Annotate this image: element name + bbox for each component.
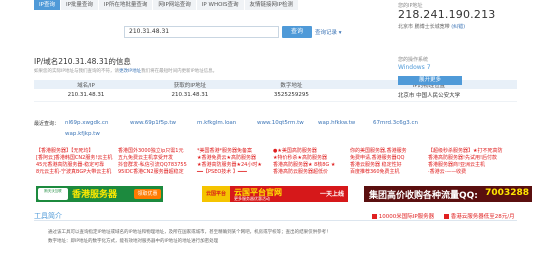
my-ip-location: 北京市 鹏博士长城宽带 (纠错) (398, 23, 465, 30)
recent-link[interactable]: nl69p.xwgdk.cn (65, 120, 108, 126)
tab-link-check[interactable]: 友情链接网IP检测 (244, 0, 299, 10)
brand-logo: 斯天沃互联 (38, 188, 68, 200)
cell-number: 3525259295 (241, 89, 341, 102)
ad-link[interactable]: 【香港服务器】【无死均】 (36, 148, 112, 155)
tab-ip-batch[interactable]: IP批量查询 (60, 0, 99, 10)
query-button[interactable]: 查询 (282, 26, 312, 38)
os-value: Windows 7 (398, 64, 431, 71)
brand-logo: 云国平台 (202, 186, 230, 202)
ad-link[interactable]: 香港高防云服务器超低价 (273, 169, 335, 176)
ad-column: ●★美国高防服务器 ★特价秒杀★高防服务器 香港高防服务器★ 8核8G ★ 香港… (273, 148, 335, 176)
tools-numeric-note: 数字地址：即IP地址的数字化方式，能有效地对服务器中的IP地址的地址进行加密处理 (48, 239, 219, 244)
ad-link[interactable]: ★特价秒杀★高防服务器 (273, 155, 335, 162)
my-ip-address: 218.241.190.213 (398, 8, 496, 21)
ad-link[interactable]: 香港云服务器低至28元/月 (444, 212, 515, 220)
recent-link[interactable]: wap.kfjkp.tw (65, 131, 100, 137)
ad-link[interactable]: ·香港云·——收费 (428, 169, 502, 176)
ad-banner-hosting[interactable]: 斯天沃互联 香港服务器 领取优惠 (36, 186, 163, 202)
ad-link[interactable]: 香港服务器商!亚洲云主机 (428, 162, 502, 169)
ad-link[interactable]: ━━【PSEO技术 】━━━ (197, 169, 262, 176)
ad-link[interactable]: 香港高防服务器★ 8核8G ★ (273, 162, 335, 169)
tab-whois[interactable]: IP WHOIS查询 (196, 0, 245, 10)
ad-link[interactable]: 香港高防服务器!先试用!后付款 (428, 155, 502, 162)
recent-label: 最近查询： (34, 121, 60, 127)
table-row: 210.31.48.31 210.31.48.31 3525259295 北京市… (34, 89, 517, 102)
ad-link[interactable]: ★香港免费云★高防服务器 (197, 155, 262, 162)
ad-banner-cloud[interactable]: 云国平台 云国平台官网 更多服务器优惠活动 一天上线 (202, 186, 348, 202)
ad-column: 【超级秒杀服务器】★打不死高防 香港高防服务器!先试用!后付款 香港服务器商!亚… (428, 148, 502, 176)
note-prefix: 如果您的实际IP地址与我们查询的不符，请 (34, 69, 120, 74)
promo-icon (372, 214, 377, 219)
ad-link[interactable]: 95IDC香港CN2服务器超稳定 (118, 169, 187, 176)
result-note: 如果您的实际IP地址与我们查询的不符，请更改IP地址我们将在最短时间内更新IP地… (34, 68, 217, 74)
tools-header: 工具简介 10000米国际IP服务器 香港云服务器低至28元/月 (34, 210, 517, 221)
col-number: 数字地址 (241, 80, 341, 89)
ad-link[interactable]: ●★美国高防服务器 (273, 148, 335, 155)
ad-link[interactable]: ★香港高防服务器★24小时★ (197, 162, 262, 169)
ad-link-label: 10000米国际IP服务器 (378, 214, 435, 220)
ad-link[interactable]: 免费申请,香港服务器QQ (350, 155, 407, 162)
tab-site-query[interactable]: 网IP网站查询 (153, 0, 197, 10)
recent-link[interactable]: www.10qt5rm.tw (257, 120, 304, 126)
recent-link[interactable]: m.kfkglm.loan (197, 120, 236, 126)
banner-subtext: 更多服务器优惠活动 (234, 196, 270, 201)
tab-ip-query[interactable]: IP查询 (34, 0, 61, 10)
ad-link[interactable]: *美国香港*服务器免备案 (197, 148, 262, 155)
ad-link-label: 香港云服务器低至28元/月 (450, 214, 515, 220)
banner-text: 集团高价收购各种流量QQ: (369, 191, 478, 201)
col-ip: 获取的IP地址 (137, 80, 242, 89)
banner-tag: 一天上线 (319, 191, 344, 198)
ad-link[interactable]: 抖音群发-私信引流QQ783755 (118, 162, 187, 169)
ad-link[interactable]: [香阿云]香港韩国CN2服务!云主机 (36, 155, 112, 162)
banner-qq-number: 7003288 (485, 188, 529, 198)
banner-text: 香港服务器 (72, 190, 118, 200)
ad-link[interactable]: 45元香港高防服务器-稳定可靠 (36, 162, 112, 169)
recent-link[interactable]: www.69p1f5p.tw (130, 120, 176, 126)
cell-ip: 210.31.48.31 (137, 89, 242, 102)
result-title: IP/域名210.31.48.31的信息 (34, 57, 131, 66)
ad-column: 香港国外3000独立ip只需1元 五九免费云主机享受开发 抖音群发-私信引流QQ… (118, 148, 187, 176)
ad-link[interactable]: 【超级秒杀服务器】★打不死高防 (428, 148, 502, 155)
ad-link[interactable]: 你的美国服务器,香港服务 (350, 148, 407, 155)
ad-link[interactable]: 百度推荐360免费主机 (350, 169, 407, 176)
cell-location: 北京市 中国人民公安大学 (340, 89, 517, 102)
ad-link[interactable]: 10000米国际IP服务器 (372, 212, 434, 220)
col-domain: 域名/IP (34, 80, 138, 89)
note-suffix: 我们将在最短时间内更新IP地址信息。 (141, 69, 218, 74)
ad-link[interactable]: 8元云主机-宁波真BGP大带云主机 (36, 169, 112, 176)
claim-discount-button[interactable]: 领取优惠 (134, 189, 161, 199)
recent-link[interactable]: 67mrd.3c6g3.cn (373, 120, 418, 126)
expand-more-button[interactable]: 展开更多 (398, 76, 462, 85)
ad-column: 【香港服务器】【无死均】 [香阿云]香港韩国CN2服务!云主机 45元香港高防服… (36, 148, 112, 176)
ad-column: 你的美国服务器,香港服务 免费申请,香港服务器QQ 香港云服务器 稳定性好 百度… (350, 148, 407, 176)
tab-bar: IP查询 IP批量查询 IP所在地批量查询 网IP网站查询 IP WHOIS查询… (34, 0, 299, 10)
promo-icon (444, 214, 449, 219)
tools-title: 工具简介 (34, 212, 62, 220)
tools-description: 通过该工具可以查询指定IP地址或域名的IP地址和物理地址，及所在国家或城市，甚至… (48, 230, 331, 235)
change-ip-link[interactable]: 更改IP地址 (119, 69, 141, 74)
cell-domain: 210.31.48.31 (34, 89, 138, 102)
os-label: 您的操作系统 (398, 57, 429, 63)
ad-link[interactable]: 香港国外3000独立ip只需1元 (118, 148, 187, 155)
ad-banner-traffic[interactable]: 集团高价收购各种流量QQ: 7003288 (364, 186, 532, 202)
recent-link[interactable]: wap.hfkkw.tw (318, 120, 355, 126)
ad-link[interactable]: 香港云服务器 稳定性好 (350, 162, 407, 169)
ad-link[interactable]: 五九免费云主机享受开发 (118, 155, 187, 162)
query-history-link[interactable]: 查询记录 ▾ (315, 28, 342, 36)
search-input[interactable]: 210.31.48.31 (124, 26, 279, 38)
tab-location-batch[interactable]: IP所在地批量查询 (98, 0, 154, 10)
ad-column: *美国香港*服务器免备案 ★香港免费云★高防服务器 ★香港高防服务器★24小时★… (197, 148, 262, 176)
location-text: 北京市 鹏博士长城宽带 (398, 24, 450, 30)
correction-link[interactable]: (纠错) (451, 24, 465, 30)
